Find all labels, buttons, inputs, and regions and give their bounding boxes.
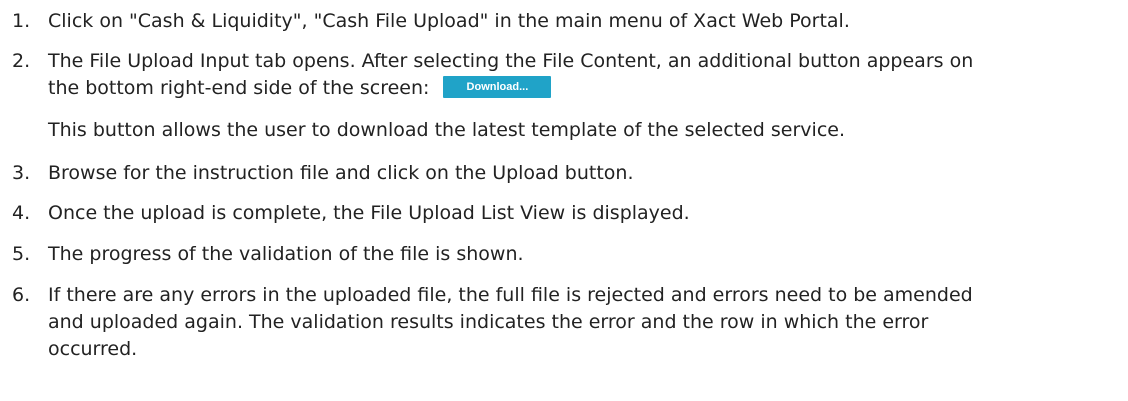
step-text-line: The progress of the validation of the fi…: [48, 243, 524, 265]
step-text-line: Browse for the instruction file and clic…: [48, 162, 634, 184]
step-text: If there are any errors in the uploaded …: [48, 282, 1112, 363]
step-2-note: This button allows the user to download …: [48, 119, 845, 141]
step-number: 5.: [12, 243, 31, 265]
step-text-line: Once the upload is complete, the File Up…: [48, 202, 690, 224]
step-text: Click on "Cash & Liquidity", "Cash File …: [48, 8, 1112, 35]
step-number: 1.: [12, 10, 31, 32]
step-text-line: Click on "Cash & Liquidity", "Cash File …: [48, 10, 850, 32]
step-number: 4.: [12, 202, 31, 224]
step-text-line: and uploaded again. The validation resul…: [48, 311, 929, 333]
step-4: 4. Once the upload is complete, the File…: [12, 200, 1112, 227]
step-number: 6.: [12, 284, 31, 306]
step-text-line: If there are any errors in the uploaded …: [48, 284, 973, 306]
step-text: Once the upload is complete, the File Up…: [48, 200, 1112, 227]
step-number: 2.: [12, 50, 31, 72]
step-6: 6. If there are any errors in the upload…: [12, 282, 1112, 363]
instruction-steps: 1. Click on "Cash & Liquidity", "Cash Fi…: [0, 0, 1128, 401]
step-5: 5. The progress of the validation of the…: [12, 241, 1112, 268]
step-1: 1. Click on "Cash & Liquidity", "Cash Fi…: [12, 8, 1112, 35]
step-text: The progress of the validation of the fi…: [48, 241, 1112, 268]
step-2: 2. The File Upload Input tab opens. Afte…: [12, 48, 1112, 102]
step-text-line-with-button: the bottom right-end side of the screen:…: [48, 75, 1112, 102]
step-text-line: The File Upload Input tab opens. After s…: [48, 50, 974, 72]
step-text: The File Upload Input tab opens. After s…: [48, 48, 1112, 102]
step-number: 3.: [12, 162, 31, 184]
step-text-line: the bottom right-end side of the screen:: [48, 77, 430, 99]
step-3: 3. Browse for the instruction file and c…: [12, 160, 1112, 187]
step-text: Browse for the instruction file and clic…: [48, 160, 1112, 187]
download-button[interactable]: Download...: [443, 75, 552, 98]
step-text-line: occurred.: [48, 338, 138, 360]
